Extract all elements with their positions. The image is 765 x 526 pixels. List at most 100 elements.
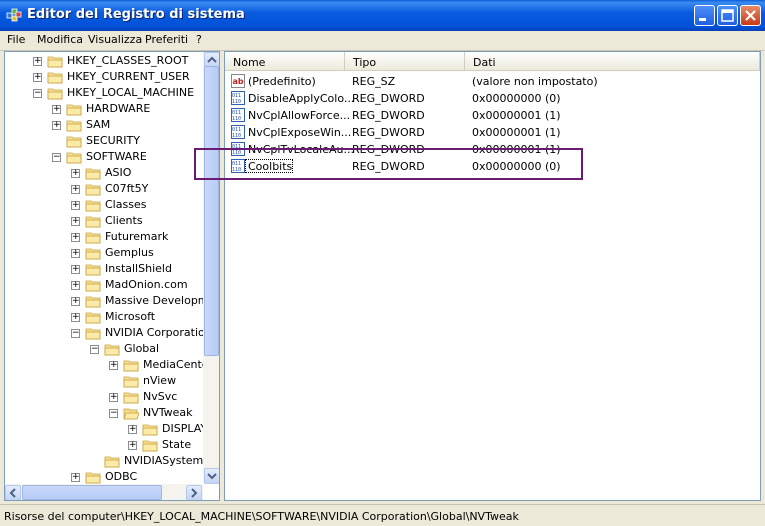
collapse-icon[interactable]: −: [33, 89, 42, 98]
row-data: (valore non impostato): [472, 75, 598, 88]
collapse-icon[interactable]: −: [109, 409, 118, 418]
registry-tree: + HKEY_CLASSES_ROOT + HKEY_CURRENT_USER − HKE…: [4, 51, 220, 501]
menu-visualizza[interactable]: Visualizza: [88, 33, 142, 46]
column-header-dati[interactable]: Dati: [465, 52, 760, 71]
expand-icon[interactable]: +: [33, 57, 42, 66]
expand-icon[interactable]: +: [71, 185, 80, 194]
tree-vertical-scrollbar[interactable]: [203, 52, 219, 484]
expand-icon[interactable]: +: [128, 425, 137, 434]
tree-node[interactable]: + Clients: [5, 213, 203, 229]
tree-node[interactable]: + Futuremark: [5, 229, 203, 245]
maximize-button[interactable]: [717, 5, 738, 26]
tree-node-label: Global: [124, 342, 160, 355]
expand-icon[interactable]: +: [52, 121, 61, 130]
list-row[interactable]: 011 110 DisableApplyColo... REG_DWORD 0x0000…: [225, 90, 760, 107]
expand-icon[interactable]: +: [71, 169, 80, 178]
string-value-icon: ab: [231, 74, 245, 88]
tree-node[interactable]: + DISPLAY: [5, 421, 207, 437]
row-data: 0x00000001 (1): [472, 126, 561, 139]
expand-icon[interactable]: +: [71, 313, 80, 322]
menu-file[interactable]: File: [7, 33, 25, 46]
tree-node[interactable]: + ODBC: [5, 469, 203, 485]
tree-node[interactable]: − NVIDIA Corporation: [5, 325, 212, 341]
folder-icon: [66, 120, 82, 132]
expand-icon[interactable]: +: [71, 473, 80, 482]
expand-icon[interactable]: +: [71, 265, 80, 274]
expand-icon[interactable]: +: [109, 393, 118, 402]
tree-node-label: SAM: [86, 118, 111, 131]
tree-node[interactable]: + Classes: [5, 197, 203, 213]
status-path: Risorse del computer\HKEY_LOCAL_MACHINE\…: [4, 510, 519, 523]
tree-node-label: C07ft5Y: [105, 182, 149, 195]
tree-node-label: HKEY_LOCAL_MACHINE: [67, 86, 195, 99]
tree-node[interactable]: + ASIO: [5, 165, 203, 181]
row-type: REG_SZ: [352, 75, 396, 88]
tree-horizontal-scrollbar[interactable]: [5, 484, 203, 500]
maximize-icon: [721, 9, 734, 22]
expand-icon[interactable]: +: [52, 105, 61, 114]
status-bar: Risorse del computer\HKEY_LOCAL_MACHINE\…: [0, 504, 765, 526]
tree-node[interactable]: + C07ft5Y: [5, 181, 203, 197]
tree-node[interactable]: nView: [5, 373, 203, 389]
menu-modifica[interactable]: Modifica: [37, 33, 83, 46]
collapse-icon[interactable]: −: [52, 153, 61, 162]
scroll-right-button[interactable]: [186, 485, 202, 500]
collapse-icon[interactable]: −: [71, 329, 80, 338]
tree-node[interactable]: + State: [5, 437, 203, 453]
column-header-tipo[interactable]: Tipo: [345, 52, 465, 71]
minimize-button[interactable]: [694, 5, 715, 26]
close-button[interactable]: [740, 5, 761, 26]
row-name: DisableApplyColo...: [248, 92, 355, 105]
list-row[interactable]: ab (Predefinito) REG_SZ (valore non imposta…: [225, 73, 760, 90]
tree-node-label: HKEY_CLASSES_ROOT: [67, 54, 189, 67]
expand-icon[interactable]: +: [71, 233, 80, 242]
folder-icon: [47, 56, 63, 68]
tree-node-label: Classes: [105, 198, 147, 211]
tree-node[interactable]: + HKEY_CLASSES_ROOT: [5, 53, 203, 69]
title-bar[interactable]: Editor del Registro di sistema: [0, 0, 765, 31]
expand-icon[interactable]: +: [71, 297, 80, 306]
tree-node[interactable]: SECURITY: [5, 133, 203, 149]
collapse-icon[interactable]: −: [90, 345, 99, 354]
row-name: (Predefinito): [248, 75, 316, 88]
expand-icon[interactable]: +: [33, 73, 42, 82]
tree-node[interactable]: + Microsoft: [5, 309, 203, 325]
tree-node[interactable]: NVIDIASystemU: [5, 453, 211, 469]
folder-icon: [47, 88, 63, 100]
list-row[interactable]: 011 110 NvCplExposeWin... REG_DWORD 0x000000…: [225, 124, 760, 141]
expand-icon[interactable]: +: [109, 361, 118, 370]
column-header-nome[interactable]: Nome: [225, 52, 345, 71]
row-name: NvCplExposeWin...: [248, 126, 352, 139]
row-type: REG_DWORD: [352, 109, 425, 122]
expand-icon[interactable]: +: [71, 281, 80, 290]
list-row[interactable]: 011 110 NvCplAllowForce... REG_DWORD 0x00000…: [225, 107, 760, 124]
tree-node[interactable]: + Massive Developmer: [5, 293, 219, 309]
tree-node[interactable]: − HKEY_LOCAL_MACHINE: [5, 85, 203, 101]
menu-preferiti[interactable]: Preferiti: [145, 33, 188, 46]
tree-node[interactable]: − Global: [5, 341, 203, 357]
tree-node[interactable]: + MadOnion.com: [5, 277, 203, 293]
tree-node[interactable]: + SAM: [5, 117, 203, 133]
close-icon: [745, 10, 756, 21]
scroll-left-button[interactable]: [5, 485, 21, 500]
tree-node[interactable]: + NvSvc: [5, 389, 203, 405]
scroll-down-button[interactable]: [204, 468, 219, 484]
tree-node[interactable]: + MediaCente: [5, 357, 209, 373]
tree-node[interactable]: + InstallShield: [5, 261, 203, 277]
tree-node[interactable]: − NVTweak: [5, 405, 203, 421]
expand-icon[interactable]: +: [71, 201, 80, 210]
menu-bar: File Modifica Visualizza Preferiti ?: [0, 31, 765, 51]
expand-icon[interactable]: +: [71, 249, 80, 258]
folder-icon: [123, 376, 139, 388]
tree-node[interactable]: + Gemplus: [5, 245, 203, 261]
tree-scroll-thumb[interactable]: [204, 66, 219, 356]
chevron-down-icon: [207, 473, 217, 480]
dword-value-icon: 011110: [231, 91, 245, 105]
tree-node[interactable]: − SOFTWARE: [5, 149, 203, 165]
expand-icon[interactable]: +: [71, 217, 80, 226]
expand-icon[interactable]: +: [128, 441, 137, 450]
tree-hscroll-thumb[interactable]: [22, 485, 162, 500]
menu-help[interactable]: ?: [196, 33, 202, 46]
tree-node[interactable]: + HARDWARE: [5, 101, 203, 117]
tree-node[interactable]: + HKEY_CURRENT_USER: [5, 69, 203, 85]
